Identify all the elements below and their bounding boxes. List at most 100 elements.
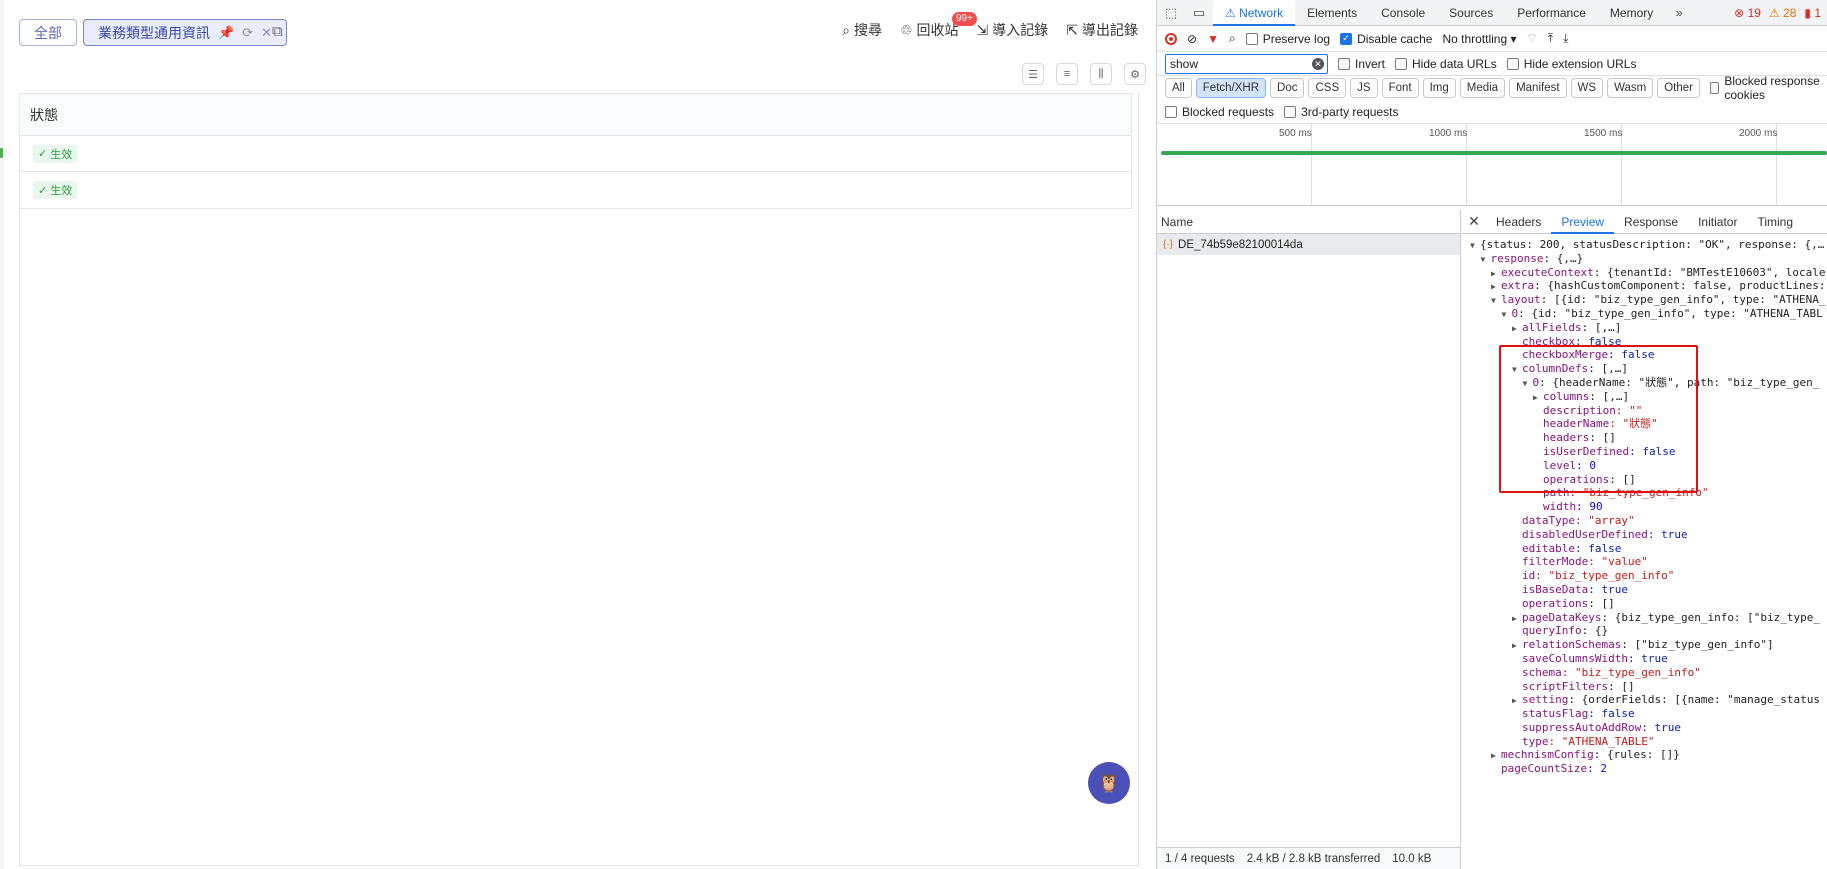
third-party-checkbox[interactable]: 3rd-party requests: [1284, 105, 1398, 119]
tab-biz-type-info[interactable]: 業務類型通用資訊 📌 ⟳ ✕: [83, 19, 287, 46]
tab-console[interactable]: Console: [1369, 0, 1437, 26]
tab-response[interactable]: Response: [1614, 210, 1688, 234]
error-count: ⊗ 19: [1734, 5, 1761, 20]
blocked-response-cookies-checkbox[interactable]: Blocked response cookies: [1710, 74, 1827, 102]
collapse-right-icon[interactable]: ▶: [1491, 749, 1501, 762]
column-header-status[interactable]: 狀態: [30, 105, 58, 125]
type-filter-button[interactable]: Wasm: [1607, 78, 1654, 98]
blocked-requests-checkbox[interactable]: Blocked requests: [1165, 105, 1274, 119]
density-icon[interactable]: ≡: [1056, 63, 1078, 85]
json-tree-line[interactable]: ▼ {status: 200, statusDescription: "OK", …: [1462, 238, 1827, 252]
table-row[interactable]: ✓ 生效: [20, 172, 1131, 208]
json-tree-line: filterMode: "value": [1462, 555, 1827, 569]
columns-icon[interactable]: ⫼: [1090, 63, 1112, 85]
type-filter-button[interactable]: Fetch/XHR: [1195, 78, 1267, 98]
invert-checkbox[interactable]: Invert: [1338, 57, 1385, 71]
collapse-right-icon[interactable]: ▶: [1491, 280, 1501, 293]
collapse-right-icon[interactable]: ▶: [1512, 694, 1522, 707]
tab-all-label: 全部: [34, 24, 62, 41]
close-icon[interactable]: ✕: [261, 25, 272, 41]
wifi-icon[interactable]: ⌔: [1527, 31, 1538, 46]
preserve-log-checkbox[interactable]: Preserve log: [1245, 32, 1330, 46]
expand-down-icon[interactable]: ▼: [1481, 253, 1491, 266]
tab-initiator[interactable]: Initiator: [1688, 210, 1747, 234]
json-tree-line[interactable]: ▶ mechnismConfig: {rules: []}: [1462, 748, 1827, 762]
json-tree-line[interactable]: ▼ layout: [{id: "biz_type_gen_info", type…: [1462, 293, 1827, 307]
filter-input[interactable]: show ✕: [1165, 53, 1328, 74]
device-toolbar-icon[interactable]: ▭: [1185, 5, 1213, 21]
clear-icon[interactable]: ⊘: [1187, 32, 1197, 46]
request-row[interactable]: {·} DE_74b59e82100014da: [1157, 234, 1460, 255]
clear-filter-icon[interactable]: ✕: [1312, 57, 1324, 70]
json-tree-line[interactable]: ▶ extra: {hashCustomComponent: false, pro…: [1462, 279, 1827, 293]
settings-gear-icon[interactable]: ⚙: [1124, 63, 1146, 85]
assistant-owl-icon[interactable]: 🦉: [1088, 762, 1130, 804]
refresh-icon[interactable]: ⟳: [242, 25, 253, 41]
more-tabs-icon[interactable]: »: [1665, 5, 1693, 20]
tab-elements[interactable]: Elements: [1295, 0, 1369, 26]
json-line-text: queryInfo: {}: [1522, 624, 1609, 638]
table-row[interactable]: ✓ 生效: [20, 136, 1131, 172]
tab-performance[interactable]: Performance: [1505, 0, 1598, 26]
import-icon: ⇲: [976, 21, 989, 38]
type-filter-button[interactable]: Other: [1657, 78, 1700, 98]
close-details-icon[interactable]: ✕: [1462, 213, 1486, 230]
expand-down-icon[interactable]: ▼: [1491, 294, 1501, 307]
expand-down-icon[interactable]: ▼: [1470, 239, 1480, 252]
type-filter-button[interactable]: CSS: [1308, 78, 1347, 98]
collapse-right-icon[interactable]: ▶: [1512, 612, 1522, 625]
search-icon[interactable]: ⌕: [1229, 31, 1236, 46]
tab-all[interactable]: 全部: [19, 19, 77, 46]
tab-memory[interactable]: Memory: [1598, 0, 1665, 26]
type-filter-button[interactable]: WS: [1570, 78, 1604, 98]
search-button[interactable]: ⌕ 搜尋: [842, 20, 882, 40]
record-icon[interactable]: [1165, 32, 1177, 45]
import-log-button[interactable]: ⇲ 導入記錄: [977, 20, 1049, 40]
app-pane: 全部 業務類型通用資訊 📌 ⟳ ✕ ⧉ ⌕ 搜尋 ♲ 回收站 99+ ⇲ 導入記: [0, 0, 1156, 869]
hide-extension-urls-checkbox[interactable]: Hide extension URLs: [1506, 57, 1636, 71]
issue-counters[interactable]: ⊗ 19 ⚠ 28 ▮ 1: [1734, 6, 1827, 20]
import-har-icon[interactable]: ⤒: [1548, 31, 1553, 46]
json-tree-line[interactable]: ▼ response: {,…}: [1462, 252, 1827, 266]
close-all-tabs-icon[interactable]: ⧉: [272, 23, 290, 41]
json-tree-line[interactable]: ▶ relationSchemas: ["biz_type_gen_info"]: [1462, 638, 1827, 652]
tab-timing[interactable]: Timing: [1747, 210, 1803, 234]
tab-network-label: Network: [1239, 5, 1284, 20]
recycle-bin-button[interactable]: ♲ 回收站 99+: [900, 12, 977, 40]
type-filter-button[interactable]: Img: [1422, 78, 1456, 98]
network-timeline[interactable]: 500 ms 1000 ms 1500 ms 2000 ms: [1157, 124, 1827, 206]
collapse-right-icon[interactable]: ▶: [1491, 267, 1501, 280]
search-icon: ⌕: [842, 21, 850, 38]
json-tree-line[interactable]: ▶ executeContext: {tenantId: "BMTestE1060…: [1462, 266, 1827, 280]
type-filter-button[interactable]: Media: [1459, 78, 1506, 98]
tab-sources[interactable]: Sources: [1437, 0, 1505, 26]
type-filter-button[interactable]: JS: [1350, 78, 1378, 98]
json-tree-line[interactable]: ▶ allFields: [,…]: [1462, 321, 1827, 335]
tab-preview[interactable]: Preview: [1551, 210, 1615, 234]
inspect-element-icon[interactable]: ⬚: [1157, 5, 1185, 21]
export-har-icon[interactable]: ⤓: [1563, 31, 1568, 46]
throttling-select[interactable]: No throttling ▾: [1442, 32, 1516, 46]
collapse-right-icon[interactable]: ▶: [1512, 639, 1522, 652]
pin-icon[interactable]: 📌: [218, 25, 234, 41]
name-column-header[interactable]: Name: [1157, 210, 1460, 234]
disable-cache-checkbox[interactable]: ✓ Disable cache: [1340, 32, 1432, 46]
json-tree-line[interactable]: ▶ pageDataKeys: {biz_type_gen_info: ["biz…: [1462, 611, 1827, 625]
hide-data-urls-checkbox[interactable]: Hide data URLs: [1395, 57, 1497, 71]
json-tree-line[interactable]: ▼ 0: {id: "biz_type_gen_info", type: "ATH…: [1462, 307, 1827, 321]
filter-icon[interactable]: ▼: [1207, 32, 1219, 46]
json-preview-tree[interactable]: ▼ {status: 200, statusDescription: "OK", …: [1462, 234, 1827, 776]
type-filter-button[interactable]: All: [1165, 78, 1192, 98]
tab-headers[interactable]: Headers: [1486, 210, 1551, 234]
sort-icon[interactable]: ☰: [1022, 63, 1044, 85]
collapse-right-icon[interactable]: ▶: [1512, 322, 1522, 335]
json-tree-line[interactable]: ▶ setting: {orderFields: [{name: "manage_…: [1462, 693, 1827, 707]
tab-network[interactable]: ⚠ Network: [1213, 0, 1296, 26]
type-filter-button[interactable]: Font: [1381, 78, 1419, 98]
filter-value: show: [1170, 56, 1199, 71]
export-log-button[interactable]: ⇱ 導出記錄: [1066, 20, 1138, 40]
type-filter-button[interactable]: Manifest: [1509, 78, 1567, 98]
network-controls: ⊘ ▼ ⌕ Preserve log ✓ Disable cache No thr…: [1157, 26, 1827, 52]
type-filter-button[interactable]: Doc: [1270, 78, 1305, 98]
expand-down-icon[interactable]: ▼: [1502, 308, 1512, 321]
